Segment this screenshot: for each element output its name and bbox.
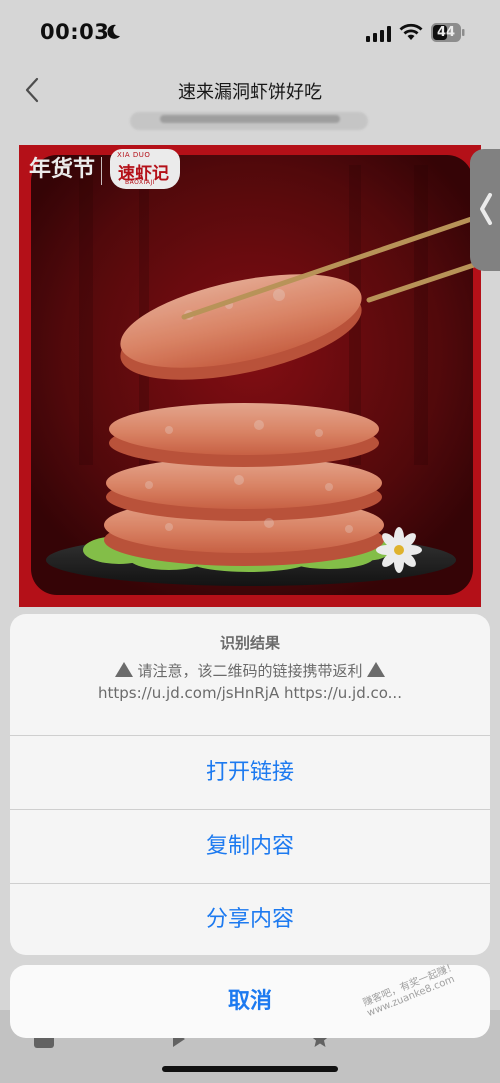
home-indicator[interactable]: [162, 1066, 338, 1072]
action-sheet-title: 识别结果: [219, 634, 280, 652]
open-link-button[interactable]: 打开链接: [10, 736, 490, 809]
screen: 00:03 44 速来漏洞虾饼好吃 年货节 XIA DUO 速虾记 BAOXIA…: [0, 0, 500, 1083]
copy-content-button[interactable]: 复制内容: [10, 810, 490, 883]
detected-url: https://u.jd.com/jsHnRjA https://u.jd.co…: [98, 684, 402, 702]
action-sheet: 识别结果 请注意，该二维码的链接携带返利 https://u.jd.com/js…: [10, 614, 490, 955]
warning-triangle-icon: [367, 662, 386, 677]
share-content-button[interactable]: 分享内容: [10, 883, 490, 955]
warning-text: 请注意，该二维码的链接携带返利: [137, 662, 363, 680]
action-sheet-message: 请注意，该二维码的链接携带返利: [10, 660, 490, 681]
warning-triangle-icon: [114, 662, 133, 677]
action-sheet-header: 识别结果 请注意，该二维码的链接携带返利 https://u.jd.com/js…: [10, 614, 490, 735]
